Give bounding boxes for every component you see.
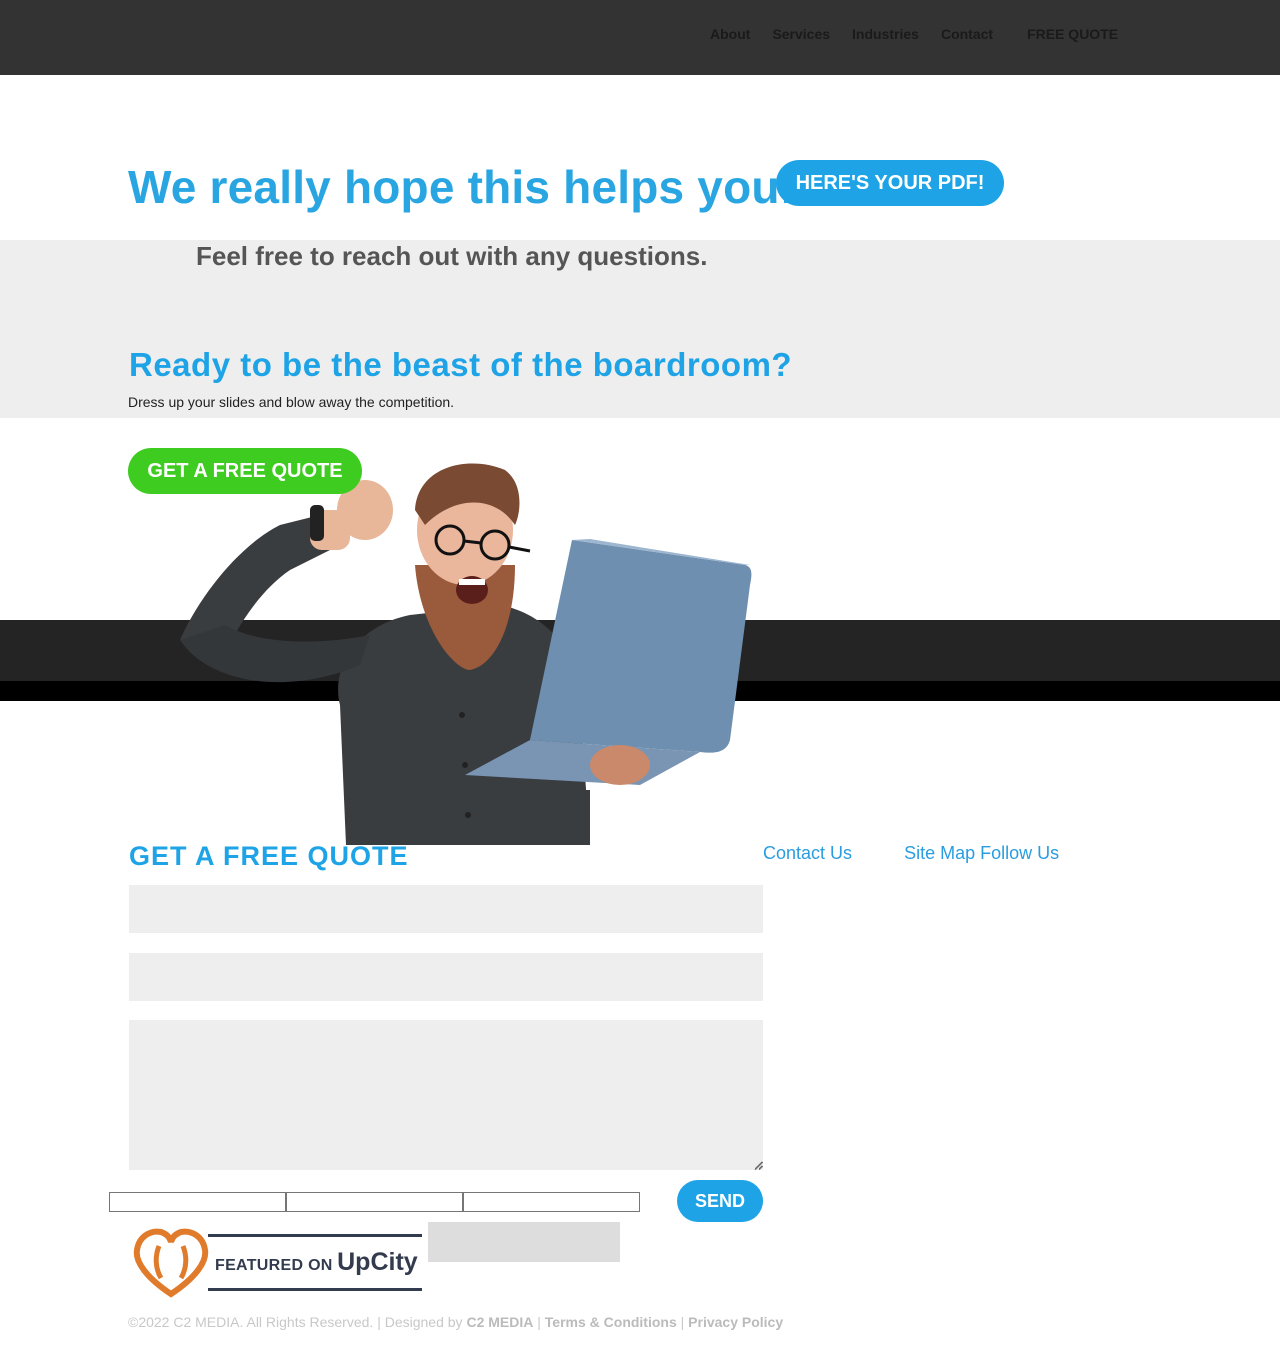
man-with-laptop-image	[180, 463, 752, 845]
resize-handle-icon[interactable]	[753, 1160, 763, 1170]
separator: |	[537, 1314, 541, 1330]
hero-title: We really hope this helps you!	[128, 161, 796, 213]
cta-heading: Ready to be the beast of the boardroom?	[129, 346, 793, 383]
site-map-link[interactable]: Site Map	[904, 843, 975, 863]
message-textarea[interactable]	[129, 1020, 763, 1170]
privacy-link[interactable]: Privacy Policy	[688, 1314, 783, 1330]
upcity-brand-label: UpCity	[337, 1248, 418, 1276]
cta-text: Dress up your slides and blow away the c…	[128, 394, 455, 410]
get-free-quote-button[interactable]: GET A FREE QUOTE	[128, 448, 362, 494]
footer-links: Contact Us Site Map Follow Us	[763, 843, 1059, 864]
contact-us-link[interactable]: Contact Us	[763, 843, 852, 863]
featured-on-label: FEATURED ON	[215, 1257, 333, 1274]
top-header: About Services Industries Contact FREE Q…	[0, 0, 1280, 75]
upcity-top-line	[208, 1234, 422, 1237]
designer-link[interactable]: C2 MEDIA	[466, 1314, 533, 1330]
follow-us-link[interactable]: Follow Us	[980, 843, 1059, 863]
hero-subtitle: Feel free to reach out with any question…	[196, 241, 708, 271]
email-input[interactable]	[129, 953, 763, 1001]
pdf-download-button[interactable]: HERE'S YOUR PDF!	[776, 160, 1004, 206]
captcha-input-1[interactable]	[109, 1192, 286, 1212]
nav-industries[interactable]: Industries	[852, 26, 919, 42]
nav-services[interactable]: Services	[772, 26, 830, 42]
send-button[interactable]: SEND	[677, 1180, 763, 1222]
upcity-badge-text: FEATURED ON UpCity	[215, 1248, 418, 1277]
placeholder-box	[428, 1222, 620, 1262]
nav-contact[interactable]: Contact	[941, 26, 993, 42]
main-nav: About Services Industries Contact FREE Q…	[710, 26, 1118, 42]
terms-link[interactable]: Terms & Conditions	[545, 1314, 677, 1330]
captcha-input-3[interactable]	[463, 1192, 640, 1212]
upcity-bottom-line	[208, 1288, 422, 1291]
copyright-line: ©2022 C2 MEDIA. All Rights Reserved. | D…	[128, 1314, 783, 1330]
captcha-input-2[interactable]	[286, 1192, 463, 1212]
quote-form-heading: GET A FREE QUOTE	[129, 841, 409, 871]
copyright-text: ©2022 C2 MEDIA. All Rights Reserved. | D…	[128, 1314, 463, 1330]
nav-about[interactable]: About	[710, 26, 750, 42]
name-input[interactable]	[129, 885, 763, 933]
separator: |	[680, 1314, 685, 1330]
nav-free-quote[interactable]: FREE QUOTE	[1027, 26, 1118, 42]
